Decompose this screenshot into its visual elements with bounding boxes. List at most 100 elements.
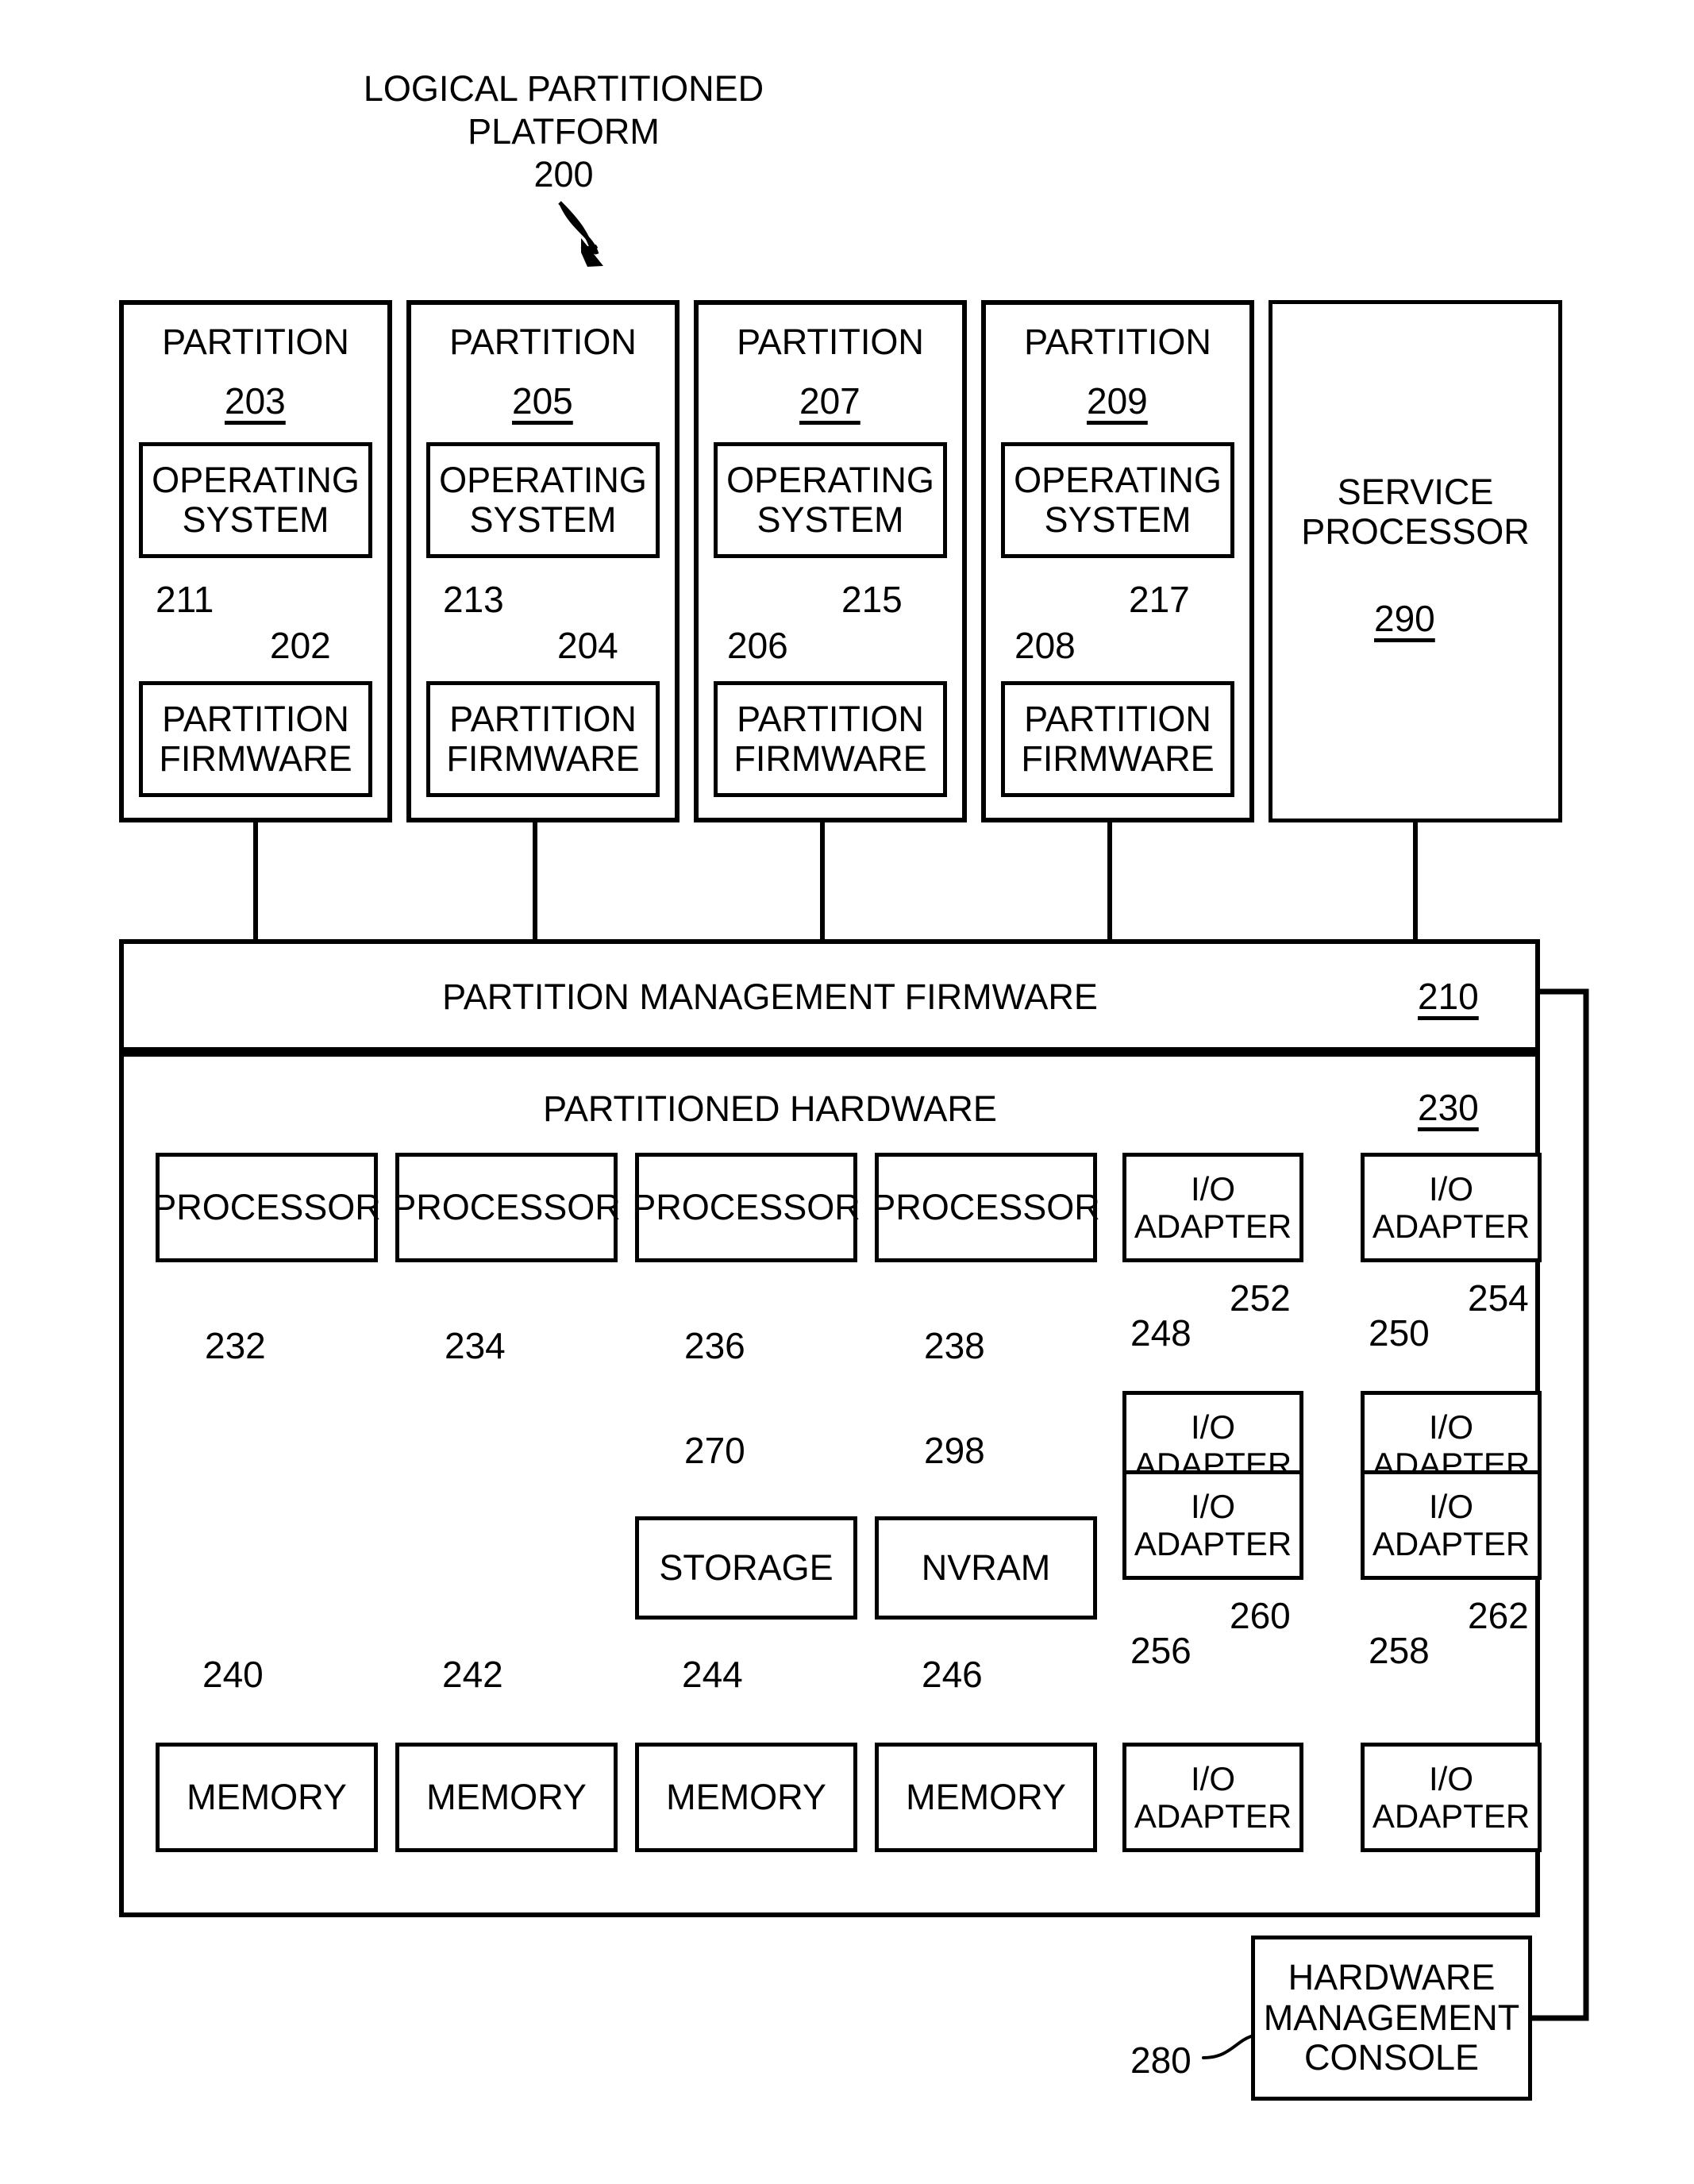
processor-ref-236: 236 — [684, 1325, 745, 1366]
processor-ref-232: 232 — [205, 1325, 266, 1366]
partition-ref-209: 209 — [1087, 380, 1148, 422]
operating-system-box-203[interactable]: OPERATING SYSTEM — [139, 442, 372, 558]
io-adapter-box-262[interactable]: I/O ADAPTER — [1361, 1743, 1542, 1852]
nvram-label: NVRAM — [921, 1547, 1051, 1588]
fw-label-line2: FIRMWARE — [1021, 738, 1215, 779]
io-adapter-label-line1: I/O — [1190, 1759, 1235, 1797]
processor-ref-238: 238 — [924, 1325, 985, 1366]
processor-box-238[interactable]: PROCESSOR — [872, 1153, 1100, 1262]
hmc-label-line3: CONSOLE — [1303, 2037, 1480, 2078]
figure-title: LOGICAL PARTITIONED PLATFORM 200 — [262, 67, 865, 196]
os-label-line1: OPERATING — [726, 459, 934, 500]
memory-label: MEMORY — [666, 1776, 826, 1817]
partitioned-hardware-ref: 230 — [1418, 1087, 1479, 1128]
processor-label: PROCESSOR — [392, 1186, 621, 1227]
memory-box-246[interactable]: MEMORY — [875, 1743, 1097, 1852]
nvram-ref-298: 298 — [924, 1430, 985, 1471]
partition-ref-left-209: 208 — [1014, 625, 1076, 666]
partition-ref-207: 207 — [799, 380, 860, 422]
fw-label-line1: PARTITION — [449, 698, 637, 739]
memory-box-240[interactable]: MEMORY — [156, 1743, 378, 1852]
partition-ref-203: 203 — [225, 380, 286, 422]
partition-title-205: PARTITION — [449, 322, 637, 362]
fw-label-line2: FIRMWARE — [446, 738, 640, 779]
processor-label: PROCESSOR — [152, 1186, 381, 1227]
io-adapter-label-line1: I/O — [1428, 1169, 1473, 1208]
fw-label-line2: FIRMWARE — [159, 738, 352, 779]
io-adapter-label-line2: ADAPTER — [1372, 1525, 1530, 1562]
nvram-box[interactable]: NVRAM — [875, 1516, 1097, 1620]
partition-firmware-box-203[interactable]: PARTITION FIRMWARE — [139, 681, 372, 797]
processor-ref-234: 234 — [445, 1325, 506, 1366]
io-adapter-label-line2: ADAPTER — [1134, 1797, 1292, 1835]
partition-management-firmware-ref: 210 — [1418, 976, 1479, 1017]
figure-title-ref: 200 — [533, 154, 594, 195]
memory-label: MEMORY — [906, 1776, 1066, 1817]
service-processor-box[interactable] — [1269, 300, 1562, 822]
operating-system-box-207[interactable]: OPERATING SYSTEM — [714, 442, 947, 558]
hmc-label-line2: MANAGEMENT — [1263, 1997, 1520, 2038]
memory-box-244[interactable]: MEMORY — [635, 1743, 857, 1852]
processor-label: PROCESSOR — [632, 1186, 860, 1227]
partition-firmware-box-205[interactable]: PARTITION FIRMWARE — [426, 681, 660, 797]
partitioned-hardware-label: PARTITIONED HARDWARE — [543, 1088, 997, 1129]
io-adapter-box-256[interactable]: I/O ADAPTER — [1122, 1470, 1303, 1580]
partition-title-209: PARTITION — [1024, 322, 1211, 362]
io-adapter-label-line1: I/O — [1428, 1408, 1473, 1446]
io-adapter-ref-254: 254 — [1468, 1277, 1529, 1319]
memory-ref-242: 242 — [442, 1654, 503, 1695]
partition-ref-left-205: 213 — [443, 579, 504, 620]
partition-ref-left-203: 211 — [156, 579, 214, 620]
partition-ref-right-205: 204 — [557, 625, 618, 666]
io-adapter-label-line2: ADAPTER — [1372, 1208, 1530, 1245]
storage-box[interactable]: STORAGE — [635, 1516, 857, 1620]
os-label-line1: OPERATING — [152, 459, 360, 500]
partition-ref-right-209: 217 — [1129, 579, 1190, 620]
partition-firmware-box-207[interactable]: PARTITION FIRMWARE — [714, 681, 947, 797]
io-adapter-label-line2: ADAPTER — [1134, 1208, 1292, 1245]
memory-box-242[interactable]: MEMORY — [395, 1743, 618, 1852]
processor-label: PROCESSOR — [872, 1186, 1100, 1227]
processor-box-234[interactable]: PROCESSOR — [392, 1153, 621, 1262]
partition-management-firmware-label: PARTITION MANAGEMENT FIRMWARE — [442, 976, 1098, 1017]
hardware-management-console-ref: 280 — [1130, 2040, 1192, 2081]
figure-title-line2: PLATFORM — [468, 111, 660, 152]
hardware-management-console-box[interactable]: HARDWARE MANAGEMENT CONSOLE — [1251, 1936, 1532, 2101]
storage-ref-270: 270 — [684, 1430, 745, 1471]
partition-ref-left-207: 206 — [727, 625, 788, 666]
memory-ref-240: 240 — [202, 1654, 264, 1695]
io-adapter-ref-250: 250 — [1369, 1312, 1430, 1354]
operating-system-box-209[interactable]: OPERATING SYSTEM — [1001, 442, 1234, 558]
os-label-line2: SYSTEM — [469, 499, 617, 540]
io-adapter-label-line1: I/O — [1190, 1408, 1235, 1446]
figure-title-line1: LOGICAL PARTITIONED — [363, 68, 764, 109]
memory-label: MEMORY — [426, 1776, 587, 1817]
io-adapter-label-line1: I/O — [1428, 1487, 1473, 1525]
io-adapter-box-258[interactable]: I/O ADAPTER — [1361, 1470, 1542, 1580]
partition-firmware-box-209[interactable]: PARTITION FIRMWARE — [1001, 681, 1234, 797]
fw-label-line1: PARTITION — [737, 698, 924, 739]
memory-label: MEMORY — [187, 1776, 347, 1817]
memory-ref-244: 244 — [682, 1654, 743, 1695]
io-adapter-label-line1: I/O — [1428, 1759, 1473, 1797]
partition-ref-205: 205 — [512, 380, 573, 422]
operating-system-box-205[interactable]: OPERATING SYSTEM — [426, 442, 660, 558]
io-adapter-label-line1: I/O — [1190, 1487, 1235, 1525]
io-adapter-ref-256: 256 — [1130, 1630, 1192, 1671]
hmc-label-line1: HARDWARE — [1288, 1957, 1496, 1998]
io-adapter-label-line1: I/O — [1190, 1169, 1235, 1208]
fw-label-line2: FIRMWARE — [733, 738, 927, 779]
io-adapter-box-260[interactable]: I/O ADAPTER — [1122, 1743, 1303, 1852]
io-adapter-ref-262: 262 — [1468, 1595, 1529, 1636]
processor-box-232[interactable]: PROCESSOR — [152, 1153, 381, 1262]
os-label-line1: OPERATING — [1014, 459, 1222, 500]
io-adapter-box-250[interactable]: I/O ADAPTER — [1361, 1153, 1542, 1262]
processor-box-236[interactable]: PROCESSOR — [632, 1153, 860, 1262]
memory-ref-246: 246 — [922, 1654, 983, 1695]
io-adapter-box-248[interactable]: I/O ADAPTER — [1122, 1153, 1303, 1262]
service-processor-label-line1: SERVICE — [1337, 472, 1494, 512]
os-label-line2: SYSTEM — [1044, 499, 1192, 540]
io-adapter-ref-252: 252 — [1230, 1277, 1291, 1319]
io-adapter-label-line2: ADAPTER — [1372, 1797, 1530, 1835]
os-label-line1: OPERATING — [439, 459, 647, 500]
